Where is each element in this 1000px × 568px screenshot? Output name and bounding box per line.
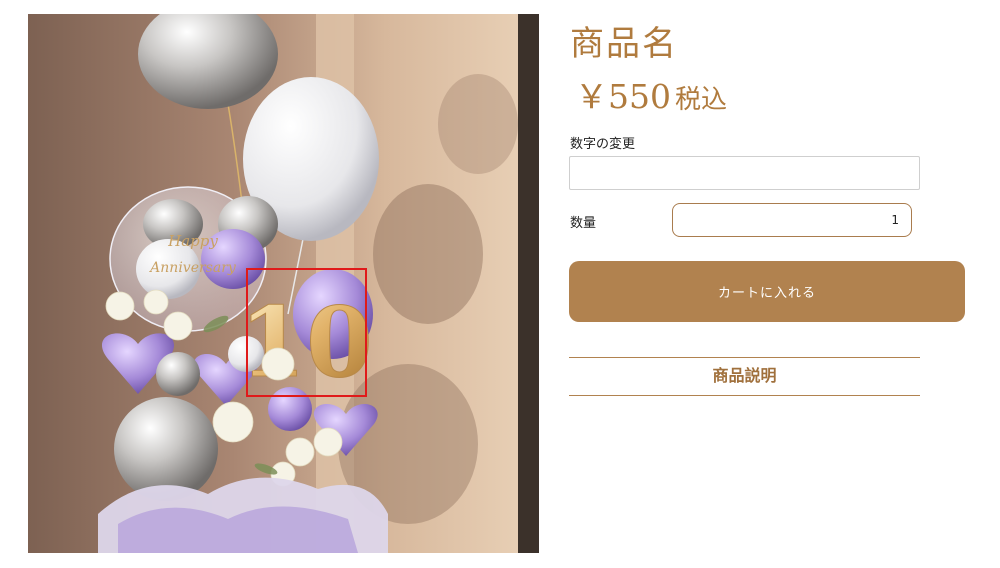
balloon-text-happy: Happy [167, 232, 218, 250]
tax-label: 税込 [675, 85, 728, 115]
add-to-cart-button[interactable]: カートに入れる [569, 261, 965, 322]
number-change-label: 数字の変更 [570, 137, 636, 152]
product-page: Happy Anniversary 10 商品名 ￥550 税込 数字の変更 数… [0, 0, 1000, 568]
product-description-heading: 商品説明 [569, 357, 920, 396]
number-change-input[interactable] [569, 156, 920, 190]
product-name: 商品名 [570, 24, 678, 64]
price-amount: ￥550 [575, 77, 671, 116]
quantity-input[interactable] [672, 203, 912, 237]
highlight-box [246, 268, 367, 397]
quantity-label: 数量 [570, 216, 597, 231]
product-price: ￥550 税込 [575, 70, 727, 118]
balloon-text-anniversary: Anniversary [148, 260, 237, 276]
product-photo: Happy Anniversary 10 [28, 14, 539, 553]
